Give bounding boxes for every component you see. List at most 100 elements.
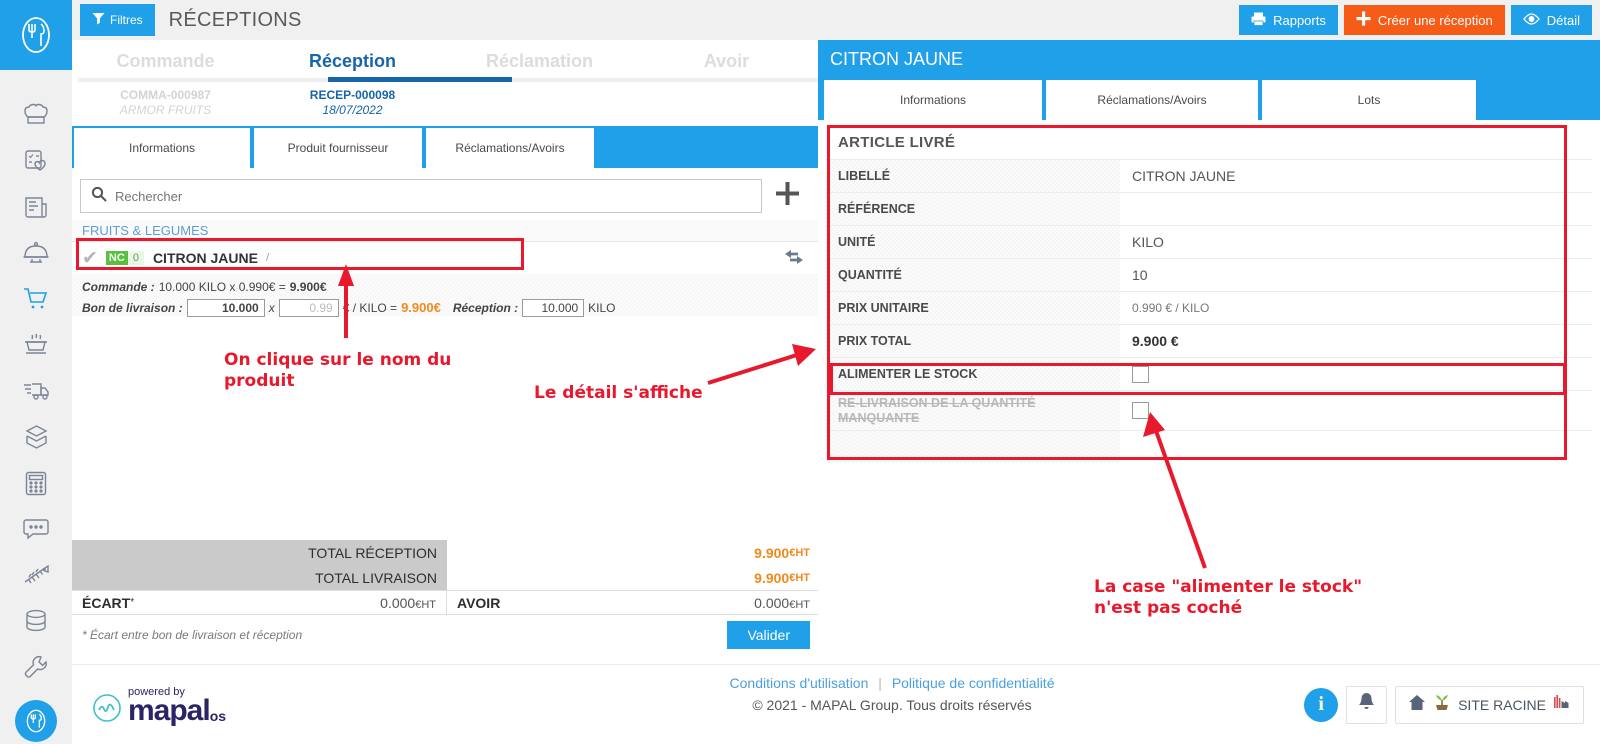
add-product-button[interactable] (762, 181, 812, 211)
avoir-value: 0.000€HT (754, 595, 810, 611)
detail-row-quantite: QUANTITÉ 10 (826, 258, 1592, 291)
subheader-reception-date: 18/07/2022 (322, 103, 383, 117)
detail-button[interactable]: Détail (1510, 5, 1592, 35)
commande-label: Commande : (82, 279, 155, 294)
sidebar-item-chat[interactable] (0, 506, 72, 552)
subheader-reclamation[interactable] (446, 82, 633, 124)
bl-quantity-input[interactable]: 10.000 (186, 298, 265, 317)
bl-unit-expression: € / KILO = (342, 300, 398, 315)
sidebar-item-recipe-favorite[interactable] (0, 138, 72, 184)
detail-value-unite: KILO (1132, 234, 1164, 250)
left-tab-reclamations-avoirs[interactable]: Réclamations/Avoirs (424, 126, 596, 168)
sidebar-item-chef-hat[interactable] (0, 92, 72, 138)
valider-button[interactable]: Valider (727, 621, 810, 649)
privacy-link[interactable]: Politique de confidentialité (892, 675, 1055, 691)
site-selector-button[interactable]: SITE RACINE (1395, 685, 1584, 724)
ecart-avoir-row: ÉCART * 0.000€HT AVOIR 0.000€HT (72, 590, 820, 615)
filters-button[interactable]: Filtres (80, 4, 155, 36)
left-tab-produit-fournisseur[interactable]: Produit fournisseur (252, 126, 424, 168)
search-box[interactable] (80, 179, 762, 213)
topbar-actions: Rapports Créer une réception Détail (1239, 5, 1592, 35)
right-detail-panel: CITRON JAUNE Informations Réclamations/A… (818, 40, 1600, 664)
sidebar-item-cooking-pot[interactable] (0, 322, 72, 368)
info-icon[interactable]: i (1304, 687, 1339, 722)
subheader-commande[interactable]: COMMA-000987 ARMOR FRUITS (72, 82, 259, 124)
notifications-button[interactable] (1346, 685, 1388, 724)
alimenter-stock-checkbox[interactable] (1132, 365, 1149, 383)
commande-line: Commande : 10.000 KILO x 0.990€ = 9.900€ (82, 277, 810, 296)
bon-de-livraison-label: Bon de livraison : (82, 300, 183, 315)
sidebar-item-shopping-cart[interactable] (0, 276, 72, 322)
left-tab-produit-fournisseur-label: Produit fournisseur (287, 141, 389, 155)
rapports-button[interactable]: Rapports (1239, 5, 1338, 35)
sidebar-item-dish-cover[interactable] (0, 230, 72, 276)
right-tab-lots[interactable]: Lots (1260, 78, 1478, 120)
plus-icon (1356, 11, 1371, 29)
bl-price-input[interactable]: 0.99 (278, 298, 339, 317)
anno-click-product: On clique sur le nom du produit (224, 350, 451, 393)
reception-label: Réception : (452, 300, 519, 315)
cooking-pot-icon (23, 333, 49, 357)
relivraison-checkbox[interactable] (1132, 402, 1149, 419)
left-tab-informations-label: Informations (128, 141, 196, 155)
sidebar (0, 0, 72, 744)
tab-reception-label: Réception (308, 50, 396, 71)
tab-avoir[interactable]: Avoir (633, 40, 820, 82)
detail-row-prix-unitaire: PRIX UNITAIRE 0.990 € / KILO (826, 291, 1592, 324)
quantity-detail-block: Commande : 10.000 KILO x 0.990€ = 9.900€… (72, 274, 820, 317)
recipe-favorite-icon (24, 149, 48, 173)
left-tab-informations[interactable]: Informations (72, 126, 252, 168)
mapal-brand-suffix: os (209, 707, 227, 724)
subheader-reception[interactable]: RECEP-000098 18/07/2022 (259, 82, 446, 124)
tab-reception[interactable]: Réception (259, 40, 446, 82)
tab-reclamation[interactable]: Réclamation (446, 40, 633, 82)
detail-row-alimenter-stock: ALIMENTER LE STOCK (826, 357, 1592, 390)
terms-link[interactable]: Conditions d'utilisation (730, 675, 869, 691)
sidebar-bottom-logo[interactable] (15, 700, 57, 742)
subheader-avoir[interactable] (633, 82, 820, 124)
eye-icon (1522, 12, 1540, 28)
anno-click-product-line2: produit (224, 371, 295, 392)
product-name-link[interactable]: CITRON JAUNE (153, 250, 258, 266)
reception-quantity-input[interactable]: 10.000 (522, 298, 585, 317)
detail-value-prix-unitaire: 0.990 € / KILO (1132, 301, 1210, 315)
product-category-label: FRUITS & LEGUMES (82, 223, 209, 238)
search-input[interactable] (115, 188, 751, 204)
detail-value-reference (1120, 193, 1592, 225)
anno-checkbox-unchecked: La case "alimenter le stock" n'est pas c… (1094, 577, 1362, 620)
detail-key-relivraison: RE-LIVRAISON DE LA QUANTITÉ MANQUANTE (826, 391, 1120, 430)
subheader-reception-code: RECEP-000098 (309, 88, 396, 102)
left-sub-tabs: Informations Produit fournisseur Réclama… (72, 126, 820, 168)
sidebar-item-fish-bone[interactable] (0, 552, 72, 598)
subheader-commande-supplier: ARMOR FRUITS (119, 103, 212, 117)
app-logo[interactable] (0, 0, 72, 70)
sidebar-item-layers-box[interactable] (0, 414, 72, 460)
avoir-cell: AVOIR 0.000€HT (446, 591, 820, 614)
article-livre-title: ARTICLE LIVRÉ (838, 134, 956, 151)
fish-bone-icon (23, 564, 50, 586)
creer-reception-button[interactable]: Créer une réception (1343, 5, 1505, 35)
plant-icon (1433, 693, 1451, 716)
ecart-star: * (130, 597, 135, 608)
detail-value-relivraison (1120, 391, 1592, 430)
chat-bubble-icon (23, 518, 49, 540)
shopping-cart-icon (23, 287, 49, 311)
detail-key-relivraison-line2: MANQUANTE (838, 410, 920, 425)
tab-commande[interactable]: Commande (72, 40, 259, 82)
detail-row-prix-total: PRIX TOTAL 9.900 € (826, 324, 1592, 357)
tabs-underline-active (328, 77, 512, 82)
sidebar-item-settings[interactable] (0, 644, 72, 690)
detail-row-empty (826, 430, 1592, 463)
subheader-commande-code: COMMA-000987 (120, 88, 211, 102)
sidebar-item-database[interactable] (0, 598, 72, 644)
sidebar-item-delivery-truck[interactable] (0, 368, 72, 414)
sidebar-item-document[interactable] (0, 184, 72, 230)
search-row (72, 174, 820, 218)
product-row[interactable]: ✔ NC 0 CITRON JAUNE / (72, 242, 820, 274)
right-tab-reclamations-avoirs[interactable]: Réclamations/Avoirs (1044, 78, 1260, 120)
rapports-label: Rapports (1273, 12, 1326, 28)
right-tab-informations[interactable]: Informations (822, 78, 1044, 120)
bell-icon (1357, 692, 1376, 717)
sidebar-item-calculator[interactable] (0, 460, 72, 506)
swap-arrows-icon[interactable] (782, 248, 806, 271)
